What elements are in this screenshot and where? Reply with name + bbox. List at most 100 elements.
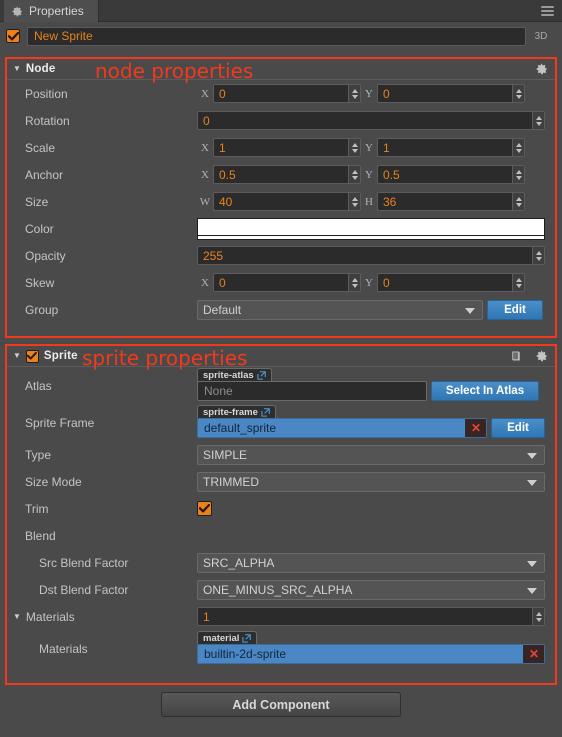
atlas-asset-field[interactable]: None	[197, 381, 427, 401]
row-atlas-label: Atlas	[25, 379, 52, 393]
book-icon[interactable]	[510, 350, 522, 365]
size-width-stepper[interactable]	[348, 193, 360, 210]
material-chip-label: material	[203, 632, 240, 644]
scale-y-input[interactable]: 1	[377, 138, 525, 157]
chevron-down-icon[interactable]: ▼	[13, 612, 21, 621]
chevron-down-icon[interactable]: ▼	[13, 65, 21, 73]
scale-y-stepper[interactable]	[512, 139, 524, 156]
scale-y-axis-label: Y	[365, 141, 373, 154]
size-height-stepper[interactable]	[512, 193, 524, 210]
opacity-stepper[interactable]	[532, 247, 544, 264]
row-position: Position X 0 Y 0	[7, 80, 555, 107]
src-blend-factor-value: SRC_ALPHA	[203, 555, 275, 570]
row-color-label: Color	[25, 221, 54, 236]
position-x-value: 0	[219, 86, 226, 101]
chevron-down-icon[interactable]: ▼	[13, 352, 21, 360]
position-y-axis-label: Y	[365, 87, 373, 100]
skew-x-stepper[interactable]	[348, 274, 360, 291]
type-select-value: SIMPLE	[203, 447, 248, 462]
gear-icon[interactable]	[536, 63, 548, 78]
row-scale: Scale X 1 Y 1	[7, 134, 555, 161]
node-section-title: Node	[25, 63, 56, 75]
material-asset-field[interactable]: builtin-2d-sprite ✕	[197, 644, 545, 664]
color-swatch[interactable]	[197, 217, 545, 236]
row-materials-item: Materials material builtin-2d-sprite ✕	[7, 630, 555, 668]
rotation-input[interactable]: 0	[197, 111, 545, 130]
row-type-label: Type	[25, 447, 52, 462]
row-skew: Skew X 0 Y 0	[7, 269, 555, 296]
row-dst-blend-factor-label: Dst Blend Factor	[39, 582, 129, 597]
src-blend-factor-select[interactable]: SRC_ALPHA	[197, 552, 545, 573]
node-name-input[interactable]: New Sprite	[27, 26, 526, 46]
position-y-stepper[interactable]	[512, 85, 524, 102]
material-type-chip: material	[197, 631, 258, 644]
materials-count-stepper[interactable]	[532, 608, 544, 625]
sprite-section-header[interactable]: ▼ Sprite	[7, 346, 555, 367]
node-section-header[interactable]: ▼ Node	[7, 59, 555, 80]
group-select[interactable]: Default	[197, 299, 483, 320]
gear-icon[interactable]	[536, 350, 548, 365]
external-link-icon[interactable]	[257, 370, 266, 380]
opacity-input[interactable]: 255	[197, 246, 545, 265]
position-x-stepper[interactable]	[348, 85, 360, 102]
properties-panel: Properties New Sprite 3D ▼ Node Position…	[0, 0, 562, 737]
dst-blend-factor-select[interactable]: ONE_MINUS_SRC_ALPHA	[197, 579, 545, 600]
atlas-type-chip: sprite-atlas	[197, 368, 272, 381]
size-mode-select[interactable]: TRIMMED	[197, 471, 545, 492]
anchor-y-stepper[interactable]	[512, 166, 524, 183]
anchor-x-input[interactable]: 0.5	[213, 165, 361, 184]
position-y-value: 0	[383, 86, 390, 101]
position-y-input[interactable]: 0	[377, 84, 525, 103]
anchor-x-value: 0.5	[219, 167, 236, 182]
row-size-label: Size	[25, 194, 49, 209]
external-link-icon[interactable]	[242, 633, 252, 643]
skew-y-input[interactable]: 0	[377, 273, 525, 292]
clear-x-icon[interactable]: ✕	[523, 645, 544, 663]
type-select[interactable]: SIMPLE	[197, 444, 545, 465]
skew-y-stepper[interactable]	[512, 274, 524, 291]
group-edit-button[interactable]: Edit	[487, 299, 543, 320]
row-blend: Blend	[7, 522, 555, 549]
sprite-enabled-checkbox[interactable]	[25, 349, 39, 363]
material-value: builtin-2d-sprite	[204, 647, 287, 661]
anchor-x-stepper[interactable]	[348, 166, 360, 183]
row-materials-count-label-wrap[interactable]: ▼ Materials	[7, 610, 197, 624]
size-height-input[interactable]: 36	[377, 192, 525, 211]
row-atlas: Atlas sprite-atlas None Select In Atlas	[7, 367, 555, 405]
row-materials-count: ▼ Materials 1	[7, 603, 555, 630]
scale-x-stepper[interactable]	[348, 139, 360, 156]
sprite-section-title: Sprite	[43, 350, 78, 362]
row-rotation: Rotation 0	[7, 107, 555, 134]
skew-y-axis-label: Y	[365, 276, 373, 289]
node-enabled-checkbox[interactable]	[6, 29, 20, 43]
row-size: Size W 40 H 36	[7, 188, 555, 215]
anchor-y-value: 0.5	[383, 167, 400, 182]
mode-3d-label[interactable]: 3D	[526, 31, 556, 42]
row-opacity: Opacity 255	[7, 242, 555, 269]
sprite-frame-asset-field[interactable]: default_sprite ✕	[197, 418, 487, 438]
row-color: Color	[7, 215, 555, 242]
sprite-frame-edit-button[interactable]: Edit	[491, 418, 545, 438]
materials-count-input[interactable]: 1	[197, 607, 545, 626]
gear-icon	[12, 6, 23, 17]
clear-x-icon[interactable]: ✕	[465, 419, 486, 437]
sprite-component-section: ▼ Sprite Atlas sprite-atlas None Select …	[5, 344, 557, 685]
anchor-y-input[interactable]: 0.5	[377, 165, 525, 184]
chevron-down-icon	[527, 560, 537, 567]
size-width-input[interactable]: 40	[213, 192, 361, 211]
scale-x-input[interactable]: 1	[213, 138, 361, 157]
hamburger-menu-icon[interactable]	[541, 6, 554, 16]
trim-checkbox[interactable]	[197, 501, 212, 516]
opacity-value: 255	[203, 248, 224, 263]
rotation-stepper[interactable]	[532, 112, 544, 129]
add-component-button[interactable]: Add Component	[161, 692, 401, 717]
tab-properties[interactable]: Properties	[4, 0, 99, 22]
skew-x-input[interactable]: 0	[213, 273, 361, 292]
row-trim: Trim	[7, 495, 555, 522]
sprite-frame-chip-label: sprite-frame	[203, 406, 258, 418]
select-in-atlas-button[interactable]: Select In Atlas	[431, 381, 539, 401]
color-alpha-bar[interactable]	[197, 235, 545, 240]
rotation-value: 0	[203, 113, 210, 128]
position-x-input[interactable]: 0	[213, 84, 361, 103]
external-link-icon[interactable]	[261, 407, 270, 417]
